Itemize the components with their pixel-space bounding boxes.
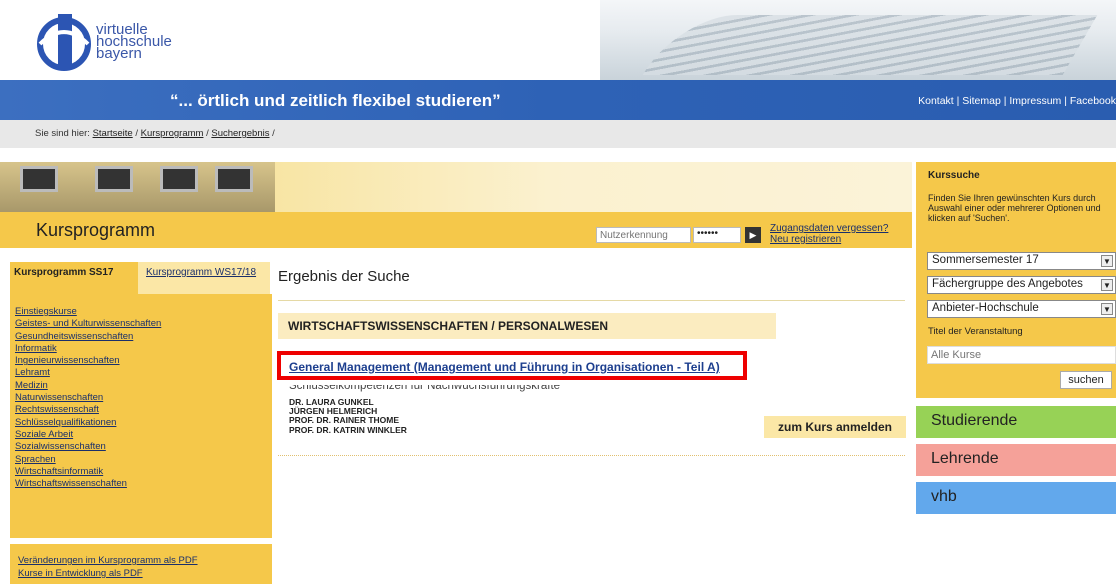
lehrende-link[interactable]: Lehrende <box>916 444 1116 476</box>
vhb-logo[interactable]: virtuelle hochschule bayern <box>36 10 196 74</box>
lecturer-list: DR. LAURA GUNKEL JÜRGEN HELMERICH PROF. … <box>289 397 407 435</box>
list-item: Einstiegskurse <box>15 306 161 318</box>
category-link[interactable]: Geistes- und Kulturwissenschaften <box>15 318 161 329</box>
pdf-links-panel: Veränderungen im Kursprogramm als PDF Ku… <box>10 544 272 584</box>
chevron-down-icon: ▼ <box>1101 255 1113 267</box>
course-search-title: Kurssuche <box>928 170 980 181</box>
slogan: “... örtlich und zeitlich flexibel studi… <box>170 91 501 110</box>
list-item: Medizin <box>15 380 161 392</box>
classroom-photo <box>0 162 275 212</box>
list-item: Naturwissenschaften <box>15 392 161 404</box>
top-link-facebook[interactable]: Facebook <box>1070 95 1116 107</box>
vhb-link[interactable]: vhb <box>916 482 1116 514</box>
login-submit-button[interactable]: ▶ <box>745 227 761 243</box>
course-subtitle: Schlüsselkompetenzen für Nachwuchsführun… <box>289 380 561 392</box>
category-link[interactable]: Ingenieurwissenschaften <box>15 355 120 366</box>
event-title-input[interactable] <box>927 346 1116 364</box>
header-photo <box>600 0 1116 80</box>
breadcrumb-prefix: Sie sind hier: <box>35 128 90 139</box>
breadcrumb: Sie sind hier: Startseite / Kursprogramm… <box>35 128 275 139</box>
top-link-impressum[interactable]: Impressum <box>1009 95 1061 107</box>
chevron-down-icon: ▼ <box>1101 279 1113 291</box>
pdf-link-changes[interactable]: Veränderungen im Kursprogramm als PDF <box>18 555 198 566</box>
password-input[interactable]: •••••• <box>693 227 741 243</box>
tab-kursprogramm-ss17[interactable]: Kursprogramm SS17 <box>10 262 138 294</box>
list-item: Ingenieurwissenschaften <box>15 355 161 367</box>
list-item: Wirtschaftsinformatik <box>15 466 161 478</box>
pdf-link-development[interactable]: Kurse in Entwicklung als PDF <box>18 568 143 579</box>
tab-link[interactable]: Kursprogramm WS17/18 <box>146 267 256 278</box>
play-arrow-icon: ▶ <box>749 230 757 240</box>
studierende-link[interactable]: Studierende <box>916 406 1116 438</box>
enroll-button[interactable]: zum Kurs anmelden <box>764 416 906 438</box>
search-result-title: Ergebnis der Suche <box>278 268 410 285</box>
category-heading: WIRTSCHAFTSWISSENSCHAFTEN / PERSONALWESE… <box>278 313 776 339</box>
select-value: Sommersemester 17 <box>932 254 1039 266</box>
category-link[interactable]: Sprachen <box>15 454 56 465</box>
pdf-links: Veränderungen im Kursprogramm als PDF Ku… <box>18 554 198 580</box>
category-link[interactable]: Soziale Arbeit <box>15 429 73 440</box>
list-item: Sprachen <box>15 454 161 466</box>
list-item: Kurse in Entwicklung als PDF <box>18 567 198 580</box>
list-item: Informatik <box>15 343 161 355</box>
vhb-logo-icon <box>37 14 91 71</box>
category-list: Einstiegskurse Geistes- und Kulturwissen… <box>15 306 161 490</box>
select-value: Fächergruppe des Angebotes <box>932 278 1083 290</box>
forgot-credentials-link[interactable]: Zugangsdaten vergessen? <box>770 223 888 234</box>
university-select[interactable]: Anbieter-Hochschule ▼ <box>927 300 1116 318</box>
search-button[interactable]: suchen <box>1060 371 1112 389</box>
list-item: Rechtswissenschaft <box>15 404 161 416</box>
list-item: Wirtschaftswissenschaften <box>15 478 161 490</box>
list-item: Lehramt <box>15 367 161 379</box>
category-link[interactable]: Wirtschaftsinformatik <box>15 466 103 477</box>
list-item: Gesundheitswissenschaften <box>15 331 161 343</box>
category-link[interactable]: Wirtschaftswissenschaften <box>15 478 127 489</box>
list-item: Geistes- und Kulturwissenschaften <box>15 318 161 330</box>
top-link-kontakt[interactable]: Kontakt <box>918 95 954 107</box>
list-item: Soziale Arbeit <box>15 429 161 441</box>
category-link[interactable]: Einstiegskurse <box>15 306 77 317</box>
page-title: Kursprogramm <box>36 220 156 240</box>
subject-group-select[interactable]: Fächergruppe des Angebotes ▼ <box>927 276 1116 294</box>
lecturer: PROF. DR. KATRIN WINKLER <box>289 424 407 435</box>
login-links: Zugangsdaten vergessen? Neu registrieren <box>770 223 888 245</box>
category-link[interactable]: Rechtswissenschaft <box>15 404 99 415</box>
breadcrumb-suchergebnis[interactable]: Suchergebnis <box>211 128 269 139</box>
top-link-sitemap[interactable]: Sitemap <box>962 95 1001 107</box>
select-value: Anbieter-Hochschule <box>932 302 1039 314</box>
list-item: Schlüsselqualifikationen <box>15 417 161 429</box>
category-link[interactable]: Sozialwissenschaften <box>15 441 106 452</box>
category-link[interactable]: Gesundheitswissenschaften <box>15 331 133 342</box>
category-link[interactable]: Schlüsselqualifikationen <box>15 417 116 428</box>
semester-select[interactable]: Sommersemester 17 ▼ <box>927 252 1116 270</box>
divider <box>278 455 905 456</box>
top-links: Kontakt | Sitemap | Impressum | Facebook <box>918 95 1116 107</box>
chevron-down-icon: ▼ <box>1101 303 1113 315</box>
breadcrumb-kursprogramm[interactable]: Kursprogramm <box>141 128 204 139</box>
list-item: Sozialwissenschaften <box>15 441 161 453</box>
course-search-description: Finden Sie Ihren gewünschten Kurs durch … <box>928 193 1101 223</box>
logo-text: virtuelle hochschule bayern <box>96 22 172 61</box>
breadcrumb-startseite[interactable]: Startseite <box>93 128 133 139</box>
register-link[interactable]: Neu registrieren <box>770 234 841 245</box>
tab-kursprogramm-ws1718[interactable]: Kursprogramm WS17/18 <box>138 262 270 294</box>
category-link[interactable]: Medizin <box>15 380 48 391</box>
header: virtuelle hochschule bayern <box>0 0 1116 80</box>
category-link[interactable]: Naturwissenschaften <box>15 392 103 403</box>
event-title-label: Titel der Veranstaltung <box>928 326 1023 337</box>
list-item: Veränderungen im Kursprogramm als PDF <box>18 554 198 567</box>
category-panel: Einstiegskurse Geistes- und Kulturwissen… <box>10 294 272 538</box>
divider <box>278 300 905 301</box>
username-input[interactable] <box>596 227 691 243</box>
highlight-box <box>277 351 747 380</box>
category-link[interactable]: Lehramt <box>15 367 50 378</box>
category-link[interactable]: Informatik <box>15 343 57 354</box>
